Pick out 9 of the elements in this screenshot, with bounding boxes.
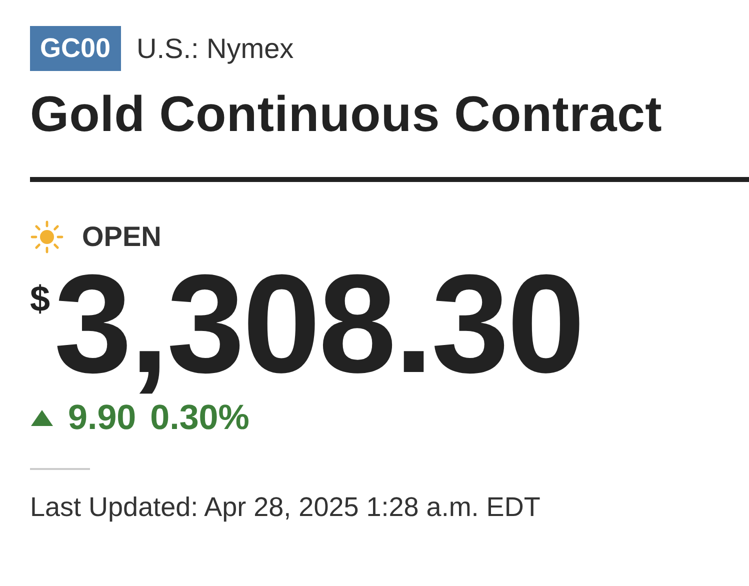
- change-amount: 9.90: [68, 398, 136, 438]
- last-updated: Last Updated: Apr 28, 2025 1:28 a.m. EDT: [30, 492, 542, 523]
- currency-symbol: $: [30, 278, 50, 320]
- market-status: OPEN: [82, 221, 162, 253]
- change-percent: 0.30%: [150, 398, 250, 438]
- price-value: 3,308.30: [54, 254, 583, 394]
- exchange-label: U.S.: Nymex: [136, 32, 294, 64]
- ticker-badge: GC00: [30, 26, 121, 71]
- instrument-title: Gold Continuous Contract: [30, 85, 664, 143]
